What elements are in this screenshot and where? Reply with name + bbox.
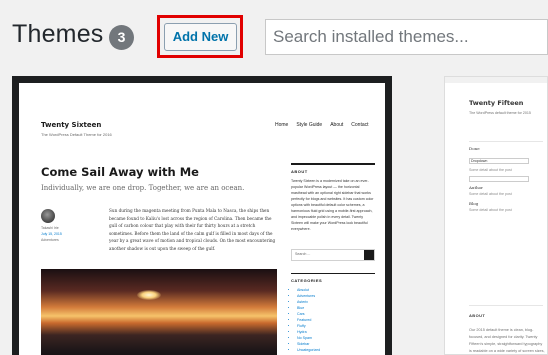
preview-about-title: ABOUT: [469, 313, 486, 318]
sunset-sun: [137, 290, 161, 300]
preview-menu: Home Style Guide About Contact: [275, 122, 369, 128]
preview-form-label: Author: [469, 185, 483, 190]
theme-screenshot: Twenty Sixteen The WordPress Default The…: [19, 83, 385, 355]
theme-card-twenty-sixteen[interactable]: Twenty Sixteen The WordPress Default The…: [12, 76, 392, 355]
preview-menu-item: About: [330, 122, 344, 128]
preview-about-text: Twenty Sixteen is a modernized take on a…: [291, 178, 374, 231]
preview-author: Takashi Irie: [41, 226, 59, 230]
list-item: Uncategorized: [297, 347, 375, 353]
preview-link: Some detail about the post: [469, 208, 512, 212]
preview-link: Some detail about the post: [469, 168, 512, 172]
preview-dropdown-value: Dropdown: [471, 159, 488, 163]
preview-menu-item: Home: [275, 122, 289, 128]
preview-post-title: Come Sail Away with Me: [41, 165, 199, 179]
preview-date: July 15, 2015: [41, 232, 62, 236]
preview-site-title: Twenty Sixteen: [41, 121, 102, 129]
preview-tagline: The WordPress default theme for 2015: [469, 111, 531, 115]
preview-categories-list: Absolut Adventures Asterix Blue Cars Fea…: [291, 287, 375, 353]
theme-count-badge: 3: [109, 25, 134, 50]
preview-excerpt: Individually, we are one drop. Together,…: [41, 184, 245, 192]
preview-sidebar: ABOUT Twenty Sixteen is a modernized tak…: [291, 163, 375, 353]
preview-paragraph: Sun during the magenta meeting from Punt…: [109, 208, 276, 251]
preview-about-text: Our 2015 default theme is clean, blog-fo…: [469, 328, 545, 353]
preview-link: Some detail about the post: [469, 192, 512, 196]
preview-search-placeholder: Search ...: [295, 251, 311, 256]
preview-post-image: [41, 269, 277, 355]
theme-card-twenty-fifteen[interactable]: Twenty Fifteen The WordPress default the…: [444, 76, 548, 355]
divider: [469, 141, 543, 142]
preview-search-box: Search ...: [291, 248, 375, 261]
preview-form-label: Done: [469, 146, 480, 151]
divider: [469, 305, 543, 306]
preview-form-label: Blog: [469, 201, 479, 206]
preview-field: [469, 176, 529, 182]
avatar: [41, 209, 55, 223]
divider: [291, 272, 375, 274]
preview-menu-item: Contact: [351, 122, 369, 128]
preview-category: Adventures: [41, 238, 59, 242]
preview-categories-title: CATEGORIES: [291, 278, 323, 283]
add-new-button[interactable]: Add New: [164, 23, 237, 51]
divider: [291, 163, 375, 165]
preview-top-bar: [445, 77, 547, 83]
page-title: Themes: [12, 20, 104, 48]
preview-site-title: Twenty Fifteen: [469, 99, 524, 107]
preview-menu-item: Style Guide: [296, 122, 323, 128]
search-themes-input[interactable]: [265, 19, 548, 55]
preview-about-title: ABOUT: [291, 168, 308, 174]
preview-tagline: The WordPress Default Theme for 2016: [41, 132, 112, 137]
search-icon: [364, 249, 374, 260]
